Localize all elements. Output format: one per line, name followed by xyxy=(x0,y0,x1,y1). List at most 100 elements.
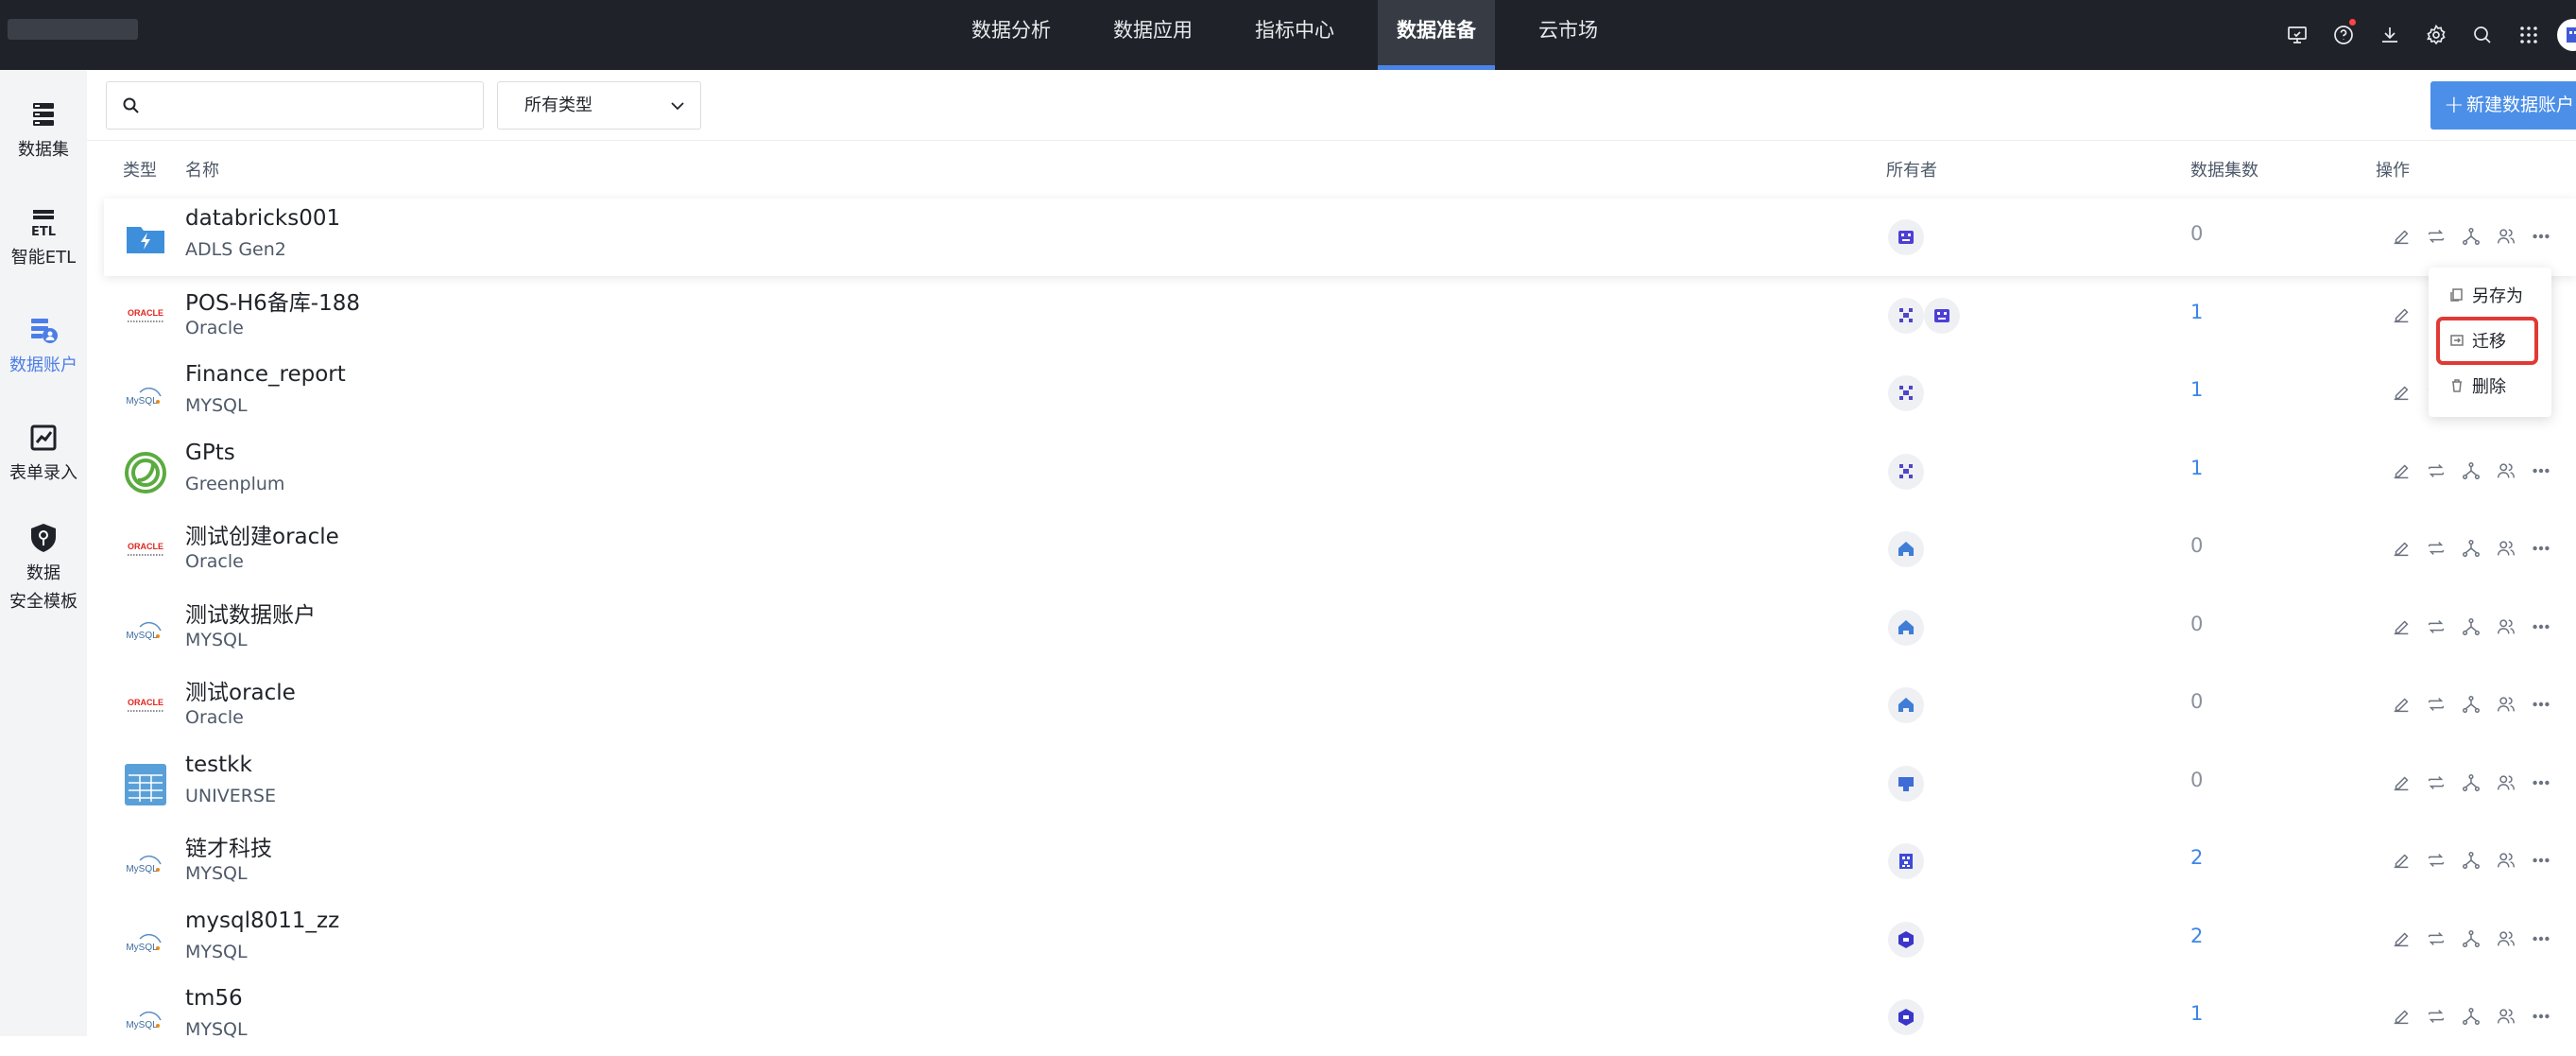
lineage-icon[interactable] xyxy=(2453,610,2488,644)
lineage-icon[interactable] xyxy=(2453,766,2488,800)
more-icon[interactable] xyxy=(2523,766,2558,800)
account-name[interactable]: 链才科技 xyxy=(185,830,272,862)
column-header-dataset-count[interactable]: 数据集数 xyxy=(2190,157,2258,182)
edit-icon[interactable] xyxy=(2383,531,2418,565)
nav-data-preparation[interactable]: 数据准备 xyxy=(1378,0,1495,70)
nav-cloud-market[interactable]: 云市场 xyxy=(1520,0,1617,70)
dataset-count[interactable]: 1 xyxy=(2190,301,2203,323)
table-row[interactable]: GPts Greenplum 1 xyxy=(104,433,2576,511)
owner-avatar[interactable] xyxy=(1888,999,1924,1035)
new-data-account-button[interactable]: + 新建数据账户 xyxy=(2430,81,2576,130)
table-row[interactable]: ORACLE 测试oracle Oracle 0 xyxy=(104,666,2576,744)
account-name[interactable]: POS-H6备库-188 xyxy=(185,285,360,317)
owner-avatar[interactable] xyxy=(1888,375,1924,411)
menu-item-save-as[interactable]: 另存为 xyxy=(2449,283,2523,307)
edit-icon[interactable] xyxy=(2383,298,2418,332)
menu-item-delete[interactable]: 删除 xyxy=(2449,373,2506,398)
nav-data-application[interactable]: 数据应用 xyxy=(1094,0,1211,70)
more-icon[interactable] xyxy=(2523,999,2558,1033)
edit-icon[interactable] xyxy=(2383,687,2418,721)
edit-icon[interactable] xyxy=(2383,843,2418,877)
transfer-icon[interactable] xyxy=(2418,219,2453,253)
edit-icon[interactable] xyxy=(2383,219,2418,253)
account-name[interactable]: 测试数据账户 xyxy=(185,597,316,629)
table-row[interactable]: testkk UNIVERSE 0 xyxy=(104,745,2576,822)
edit-icon[interactable] xyxy=(2383,454,2418,488)
share-users-icon[interactable] xyxy=(2488,843,2523,877)
dataset-count[interactable]: 2 xyxy=(2190,925,2203,947)
owner-avatar[interactable] xyxy=(1888,765,1924,802)
sidebar-item-form-entry[interactable]: 表单录入 xyxy=(0,420,87,488)
lineage-icon[interactable] xyxy=(2453,531,2488,565)
dataset-count[interactable]: 2 xyxy=(2190,846,2203,869)
owner-avatar[interactable] xyxy=(1888,843,1924,879)
table-row[interactable]: MySQL 链才科技 MYSQL 2 xyxy=(104,822,2576,900)
help-icon[interactable] xyxy=(2320,0,2366,70)
share-users-icon[interactable] xyxy=(2488,454,2523,488)
account-name[interactable]: 测试oracle xyxy=(185,674,296,706)
more-icon[interactable] xyxy=(2523,531,2558,565)
share-users-icon[interactable] xyxy=(2488,766,2523,800)
share-users-icon[interactable] xyxy=(2488,531,2523,565)
owner-avatar[interactable] xyxy=(1888,219,1924,255)
account-name[interactable]: Finance_report xyxy=(185,362,346,387)
share-users-icon[interactable] xyxy=(2488,999,2523,1033)
sidebar-item-security-template[interactable]: 数据 安全模板 xyxy=(0,520,87,616)
owner-avatar[interactable] xyxy=(1888,687,1924,723)
lineage-icon[interactable] xyxy=(2453,454,2488,488)
transfer-icon[interactable] xyxy=(2418,610,2453,644)
sidebar-item-dataset[interactable]: 数据集 xyxy=(0,96,87,164)
dataset-count[interactable]: 1 xyxy=(2190,457,2203,479)
owner-avatar[interactable] xyxy=(1888,453,1924,490)
transfer-icon[interactable] xyxy=(2418,766,2453,800)
more-icon[interactable] xyxy=(2523,687,2558,721)
table-row[interactable]: databricks001 ADLS Gen2 0 xyxy=(104,199,2576,276)
more-icon[interactable] xyxy=(2523,454,2558,488)
table-row[interactable]: MySQL tm56 MYSQL 1 xyxy=(104,978,2576,1056)
dataset-count[interactable]: 1 xyxy=(2190,378,2203,401)
more-icon[interactable] xyxy=(2523,610,2558,644)
owner-avatar[interactable] xyxy=(1924,297,1960,334)
account-name[interactable]: tm56 xyxy=(185,986,243,1011)
table-row[interactable]: MySQL Finance_report MYSQL 1 xyxy=(104,355,2576,432)
transfer-icon[interactable] xyxy=(2418,843,2453,877)
search-input[interactable] xyxy=(152,90,464,121)
account-name[interactable]: GPts xyxy=(185,441,235,465)
share-users-icon[interactable] xyxy=(2488,687,2523,721)
column-header-name[interactable]: 名称 xyxy=(185,157,219,182)
transfer-icon[interactable] xyxy=(2418,999,2453,1033)
settings-gear-icon[interactable] xyxy=(2413,0,2459,70)
more-icon[interactable] xyxy=(2523,843,2558,877)
download-icon[interactable] xyxy=(2366,0,2413,70)
nav-metrics-center[interactable]: 指标中心 xyxy=(1236,0,1353,70)
edit-icon[interactable] xyxy=(2383,610,2418,644)
search-box[interactable] xyxy=(106,81,484,130)
transfer-icon[interactable] xyxy=(2418,531,2453,565)
lineage-icon[interactable] xyxy=(2453,687,2488,721)
account-name[interactable]: testkk xyxy=(185,753,252,777)
more-icon[interactable] xyxy=(2523,922,2558,956)
share-users-icon[interactable] xyxy=(2488,219,2523,253)
table-row[interactable]: MySQL mysql8011_zz MYSQL 2 xyxy=(104,901,2576,978)
sidebar-item-data-account[interactable]: 数据账户 xyxy=(0,312,87,380)
table-row[interactable]: ORACLE 测试创建oracle Oracle 0 xyxy=(104,511,2576,588)
type-filter-select[interactable]: 所有类型 xyxy=(497,81,701,130)
edit-icon[interactable] xyxy=(2383,766,2418,800)
share-users-icon[interactable] xyxy=(2488,922,2523,956)
edit-icon[interactable] xyxy=(2383,999,2418,1033)
brand-logo[interactable] xyxy=(8,19,138,40)
transfer-icon[interactable] xyxy=(2418,687,2453,721)
owner-avatar[interactable] xyxy=(1888,297,1924,334)
transfer-icon[interactable] xyxy=(2418,922,2453,956)
more-icon[interactable] xyxy=(2523,219,2558,253)
lineage-icon[interactable] xyxy=(2453,843,2488,877)
dataset-count[interactable]: 1 xyxy=(2190,1002,2203,1025)
lineage-icon[interactable] xyxy=(2453,219,2488,253)
search-icon[interactable] xyxy=(2459,0,2505,70)
sidebar-item-etl[interactable]: ETL 智能ETL xyxy=(0,204,87,272)
share-users-icon[interactable] xyxy=(2488,610,2523,644)
lineage-icon[interactable] xyxy=(2453,922,2488,956)
account-name[interactable]: databricks001 xyxy=(185,206,340,231)
edit-icon[interactable] xyxy=(2383,922,2418,956)
monitor-icon[interactable] xyxy=(2274,0,2320,70)
